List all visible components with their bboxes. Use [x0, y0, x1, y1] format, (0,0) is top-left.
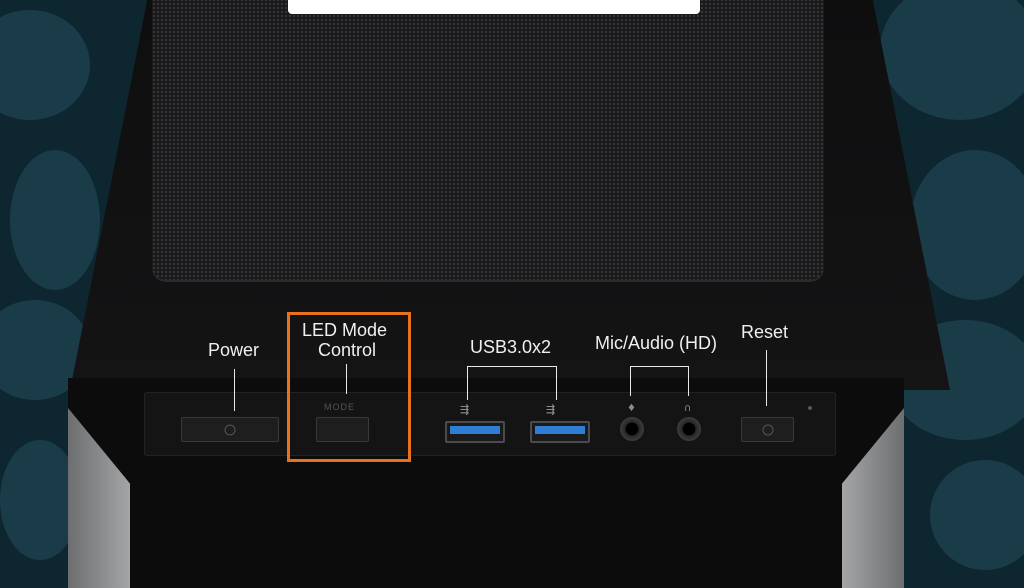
- usb-port-contacts: [450, 426, 500, 434]
- background-splat: [930, 460, 1024, 570]
- mic-jack[interactable]: [620, 417, 644, 441]
- usb-port-2[interactable]: [530, 421, 590, 443]
- usb-icon: ⇶: [546, 403, 556, 416]
- usb-callout-bar: [467, 366, 557, 367]
- audio-callout-left: [630, 366, 631, 396]
- background-splat: [880, 0, 1024, 120]
- hdd-led: [808, 406, 812, 410]
- power-icon: [224, 424, 236, 435]
- reset-callout-line: [766, 350, 767, 406]
- power-callout-line: [234, 369, 235, 411]
- usb-icon: ⇶: [460, 403, 470, 416]
- usb-callout-left: [467, 366, 468, 400]
- usb-port-1[interactable]: [445, 421, 505, 443]
- usb-label: USB3.0x2: [470, 337, 552, 357]
- reset-icon: [762, 424, 773, 435]
- mic-audio-label: Mic/Audio (HD): [595, 333, 718, 353]
- audio-callout-bar: [630, 366, 689, 367]
- audio-callout-right: [688, 366, 689, 396]
- mic-icon: ♦: [627, 403, 636, 414]
- power-label: Power: [208, 340, 260, 360]
- background-splat: [0, 10, 90, 120]
- white-banner-edge: [288, 0, 700, 14]
- led-mode-highlight-box: [287, 312, 411, 462]
- top-mesh-filter: [152, 0, 824, 280]
- audio-jack[interactable]: [677, 417, 701, 441]
- headphone-icon: ∩: [684, 403, 692, 414]
- background-splat: [10, 150, 100, 290]
- usb-port-contacts: [535, 426, 585, 434]
- power-button[interactable]: [181, 417, 279, 442]
- usb-callout-right: [556, 366, 557, 400]
- reset-label: Reset: [741, 322, 789, 342]
- reset-button[interactable]: [741, 417, 794, 442]
